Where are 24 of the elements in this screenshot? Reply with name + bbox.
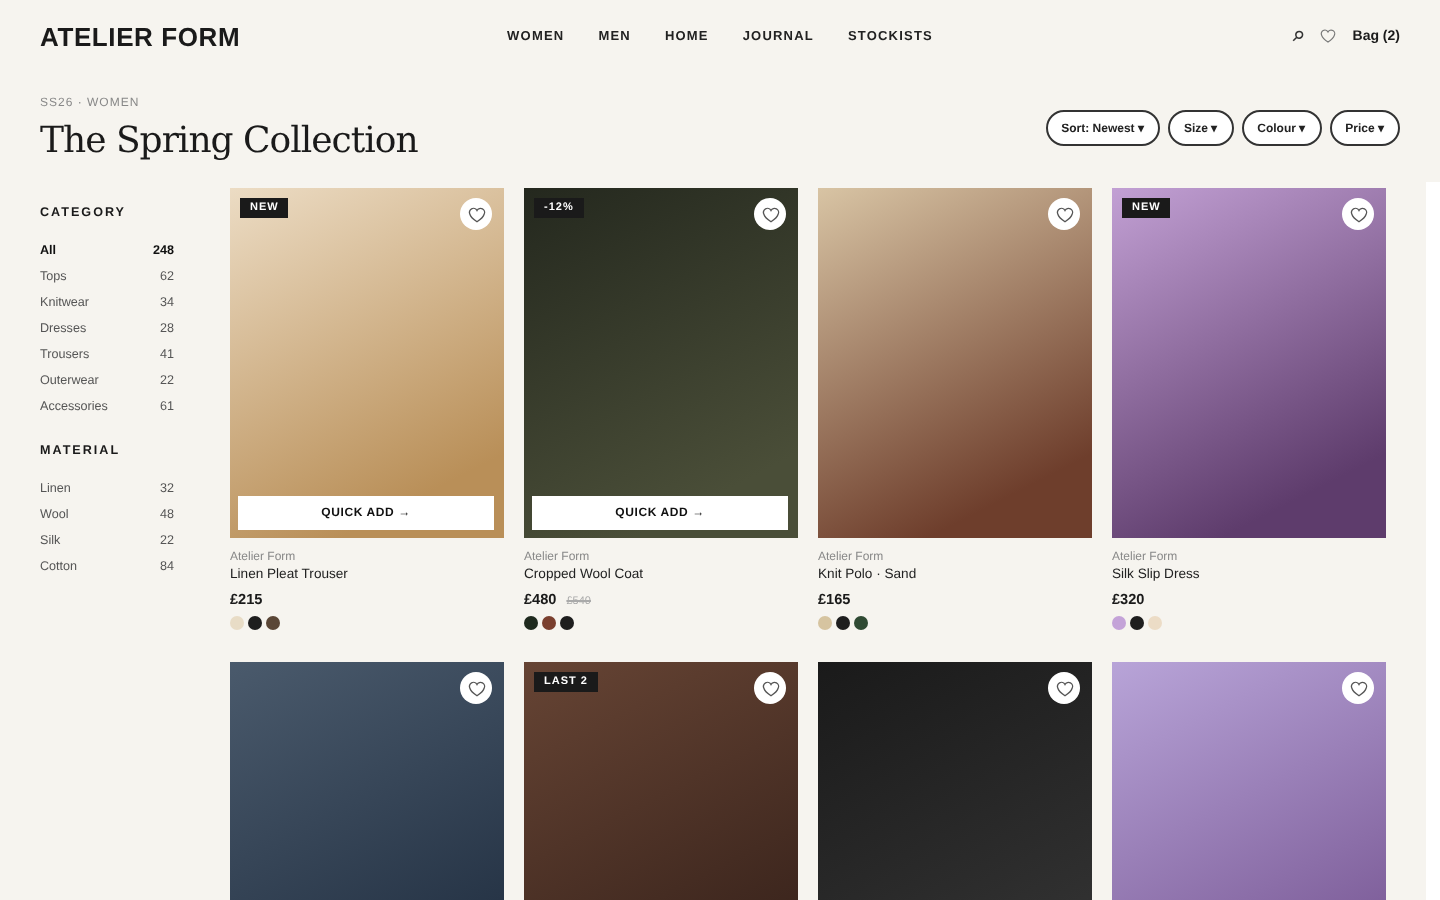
colour-swatch[interactable] (524, 616, 538, 630)
heart-icon (467, 679, 485, 697)
search-icon[interactable] (1292, 30, 1305, 42)
colour-swatch[interactable] (542, 616, 556, 630)
colour-swatch[interactable] (854, 616, 868, 630)
colour-swatch[interactable] (1112, 616, 1126, 630)
colour-swatch[interactable] (248, 616, 262, 630)
heart-icon[interactable] (1320, 28, 1337, 44)
heart-icon (1055, 205, 1073, 223)
colour-swatch[interactable] (230, 616, 244, 630)
brand-logo[interactable]: ATELIER FORM (40, 21, 508, 51)
page-title: The Spring Collection (40, 120, 418, 162)
heart-icon (1055, 679, 1073, 697)
heart-icon (1349, 679, 1367, 697)
colour-swatch[interactable] (836, 616, 850, 630)
heart-icon (761, 205, 779, 223)
heart-icon (761, 679, 779, 697)
colour-swatch[interactable] (1148, 616, 1162, 630)
colour-swatch[interactable] (818, 616, 832, 630)
colour-swatch[interactable] (560, 616, 574, 630)
heart-icon (1349, 205, 1367, 223)
colour-swatch[interactable] (1130, 616, 1144, 630)
colour-swatch[interactable] (266, 616, 280, 630)
heart-icon (467, 205, 485, 223)
